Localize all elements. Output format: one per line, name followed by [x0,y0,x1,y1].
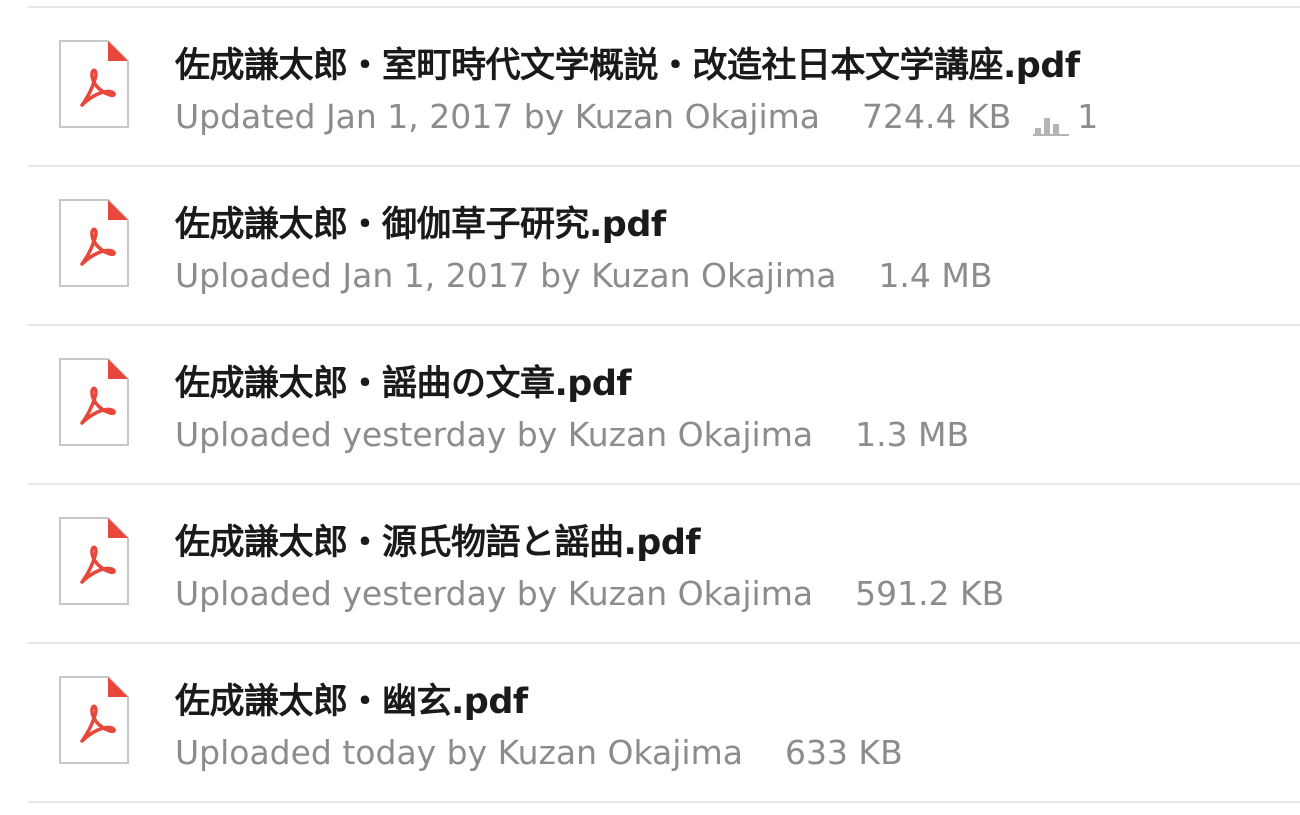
file-updated-info: Updated Jan 1, 2017 by Kuzan Okajima [175,97,821,136]
file-updated-info: Uploaded Jan 1, 2017 by Kuzan Okajima [175,256,837,295]
file-size: 633 KB [784,733,903,772]
file-size: 724.4 KB [862,97,1012,136]
file-updated-info: Uploaded today by Kuzan Okajima [175,733,743,772]
file-name[interactable]: 佐成謙太郎・源氏物語と謡曲.pdf [175,514,701,565]
pdf-file-icon [58,675,130,765]
file-row[interactable]: 佐成謙太郎・御伽草子研究.pdf Uploaded Jan 1, 2017 by… [28,167,1300,326]
views-number: 1 [1077,97,1099,136]
file-list: 佐成謙太郎・室町時代文学概説・改造社日本文学講座.pdf Updated Jan… [28,6,1300,803]
file-name[interactable]: 佐成謙太郎・幽玄.pdf [175,673,528,724]
file-meta: Uploaded Jan 1, 2017 by Kuzan Okajima 1.… [175,256,993,295]
pdf-file-icon [58,357,130,447]
views-count: 1 [1033,97,1098,136]
file-name[interactable]: 佐成謙太郎・室町時代文学概説・改造社日本文学講座.pdf [175,37,1080,88]
file-name[interactable]: 佐成謙太郎・謡曲の文章.pdf [175,355,632,406]
file-meta: Updated Jan 1, 2017 by Kuzan Okajima 724… [175,97,1098,136]
file-size: 1.3 MB [855,415,970,454]
file-row[interactable]: 佐成謙太郎・室町時代文学概説・改造社日本文学講座.pdf Updated Jan… [28,8,1300,167]
file-updated-info: Uploaded yesterday by Kuzan Okajima [175,574,814,613]
file-meta: Uploaded today by Kuzan Okajima 633 KB [175,733,903,772]
file-row[interactable]: 佐成謙太郎・幽玄.pdf Uploaded today by Kuzan Oka… [28,644,1300,803]
file-row[interactable]: 佐成謙太郎・源氏物語と謡曲.pdf Uploaded yesterday by … [28,485,1300,644]
file-size: 591.2 KB [855,574,1005,613]
file-updated-info: Uploaded yesterday by Kuzan Okajima [175,415,814,454]
bar-chart-icon [1033,105,1070,136]
pdf-file-icon [58,516,130,606]
file-meta: Uploaded yesterday by Kuzan Okajima 591.… [175,574,1004,613]
file-meta: Uploaded yesterday by Kuzan Okajima 1.3 … [175,415,969,454]
pdf-file-icon [58,39,130,129]
pdf-file-icon [58,198,130,288]
file-row[interactable]: 佐成謙太郎・謡曲の文章.pdf Uploaded yesterday by Ku… [28,326,1300,485]
file-size: 1.4 MB [878,256,993,295]
file-name[interactable]: 佐成謙太郎・御伽草子研究.pdf [175,196,666,247]
